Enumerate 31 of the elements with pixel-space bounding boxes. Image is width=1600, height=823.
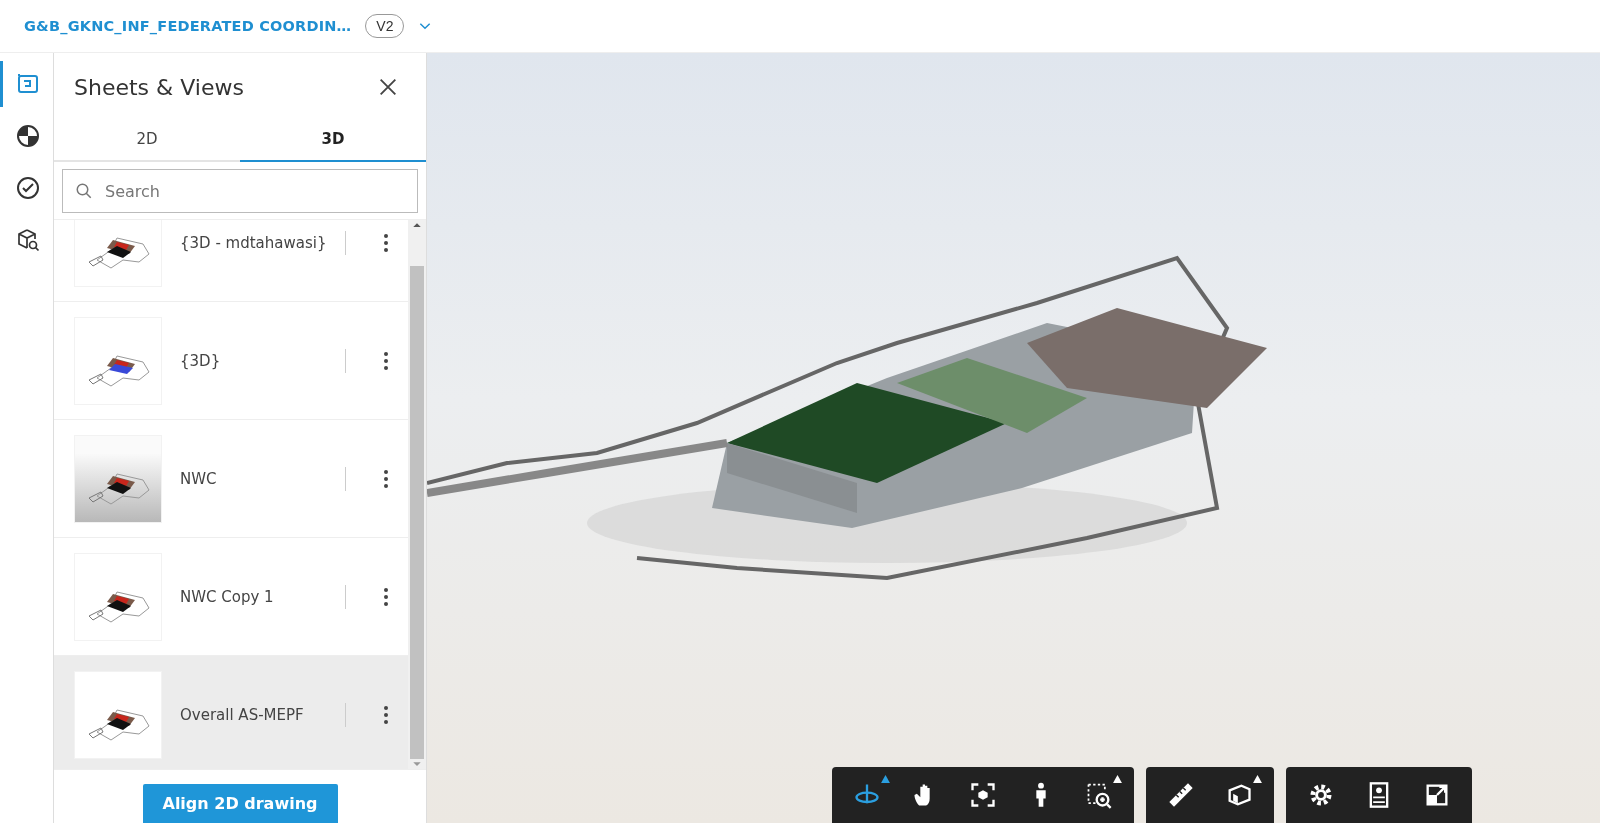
view-row[interactable]: {3D} (54, 302, 408, 420)
checkmark-circle-icon (16, 176, 40, 200)
view-row[interactable]: NWC Copy 1 (54, 538, 408, 656)
flyout-triangle-icon (881, 775, 890, 783)
panel-title: Sheets & Views (74, 75, 244, 100)
scrollbar-thumb[interactable] (410, 266, 424, 759)
sheets-icon (16, 72, 40, 96)
quartered-circle-icon (16, 124, 40, 148)
cube-search-icon (16, 228, 40, 252)
vertical-dots-icon (383, 586, 389, 607)
view-name: {3D - mdtahawasi} (180, 233, 327, 252)
fit-to-view-icon (969, 781, 997, 809)
search-field[interactable]: Search (62, 169, 418, 213)
view-row[interactable]: {3D - mdtahawasi} (54, 220, 408, 302)
zoom-window-icon (1085, 781, 1113, 809)
view-name: Overall AS-MEPF (180, 705, 305, 724)
view-name: {3D} (180, 351, 222, 370)
flyout-triangle-icon (1253, 775, 1262, 783)
view-name: NWC (180, 469, 218, 488)
view-row[interactable]: Overall AS-MEPF (54, 656, 408, 769)
vertical-dots-icon (383, 468, 389, 489)
view-row[interactable]: NWC (54, 420, 408, 538)
vertical-dots-icon (383, 350, 389, 371)
version-button[interactable]: V2 (365, 14, 405, 38)
view-tab[interactable]: 2D (54, 116, 240, 162)
flyout-triangle-icon (1113, 775, 1122, 783)
model-title[interactable]: G&B_GKNC_INF_FEDERATED COORDIN… (24, 18, 352, 34)
ruler-icon (1167, 781, 1195, 809)
view-name: NWC Copy 1 (180, 587, 275, 606)
vertical-dots-icon (383, 704, 389, 725)
vertical-dots-icon (383, 232, 389, 253)
